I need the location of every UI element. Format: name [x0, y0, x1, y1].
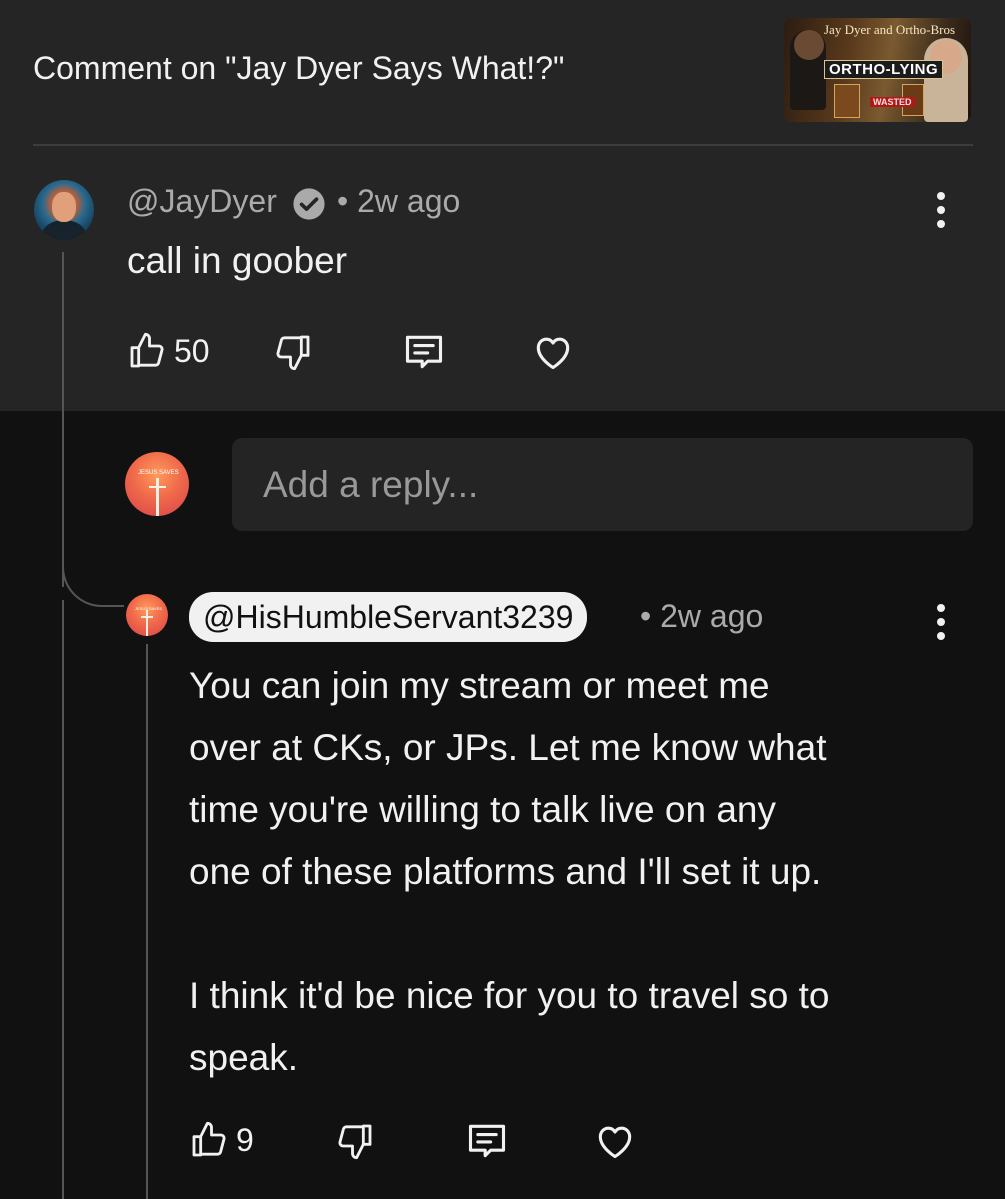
avatar[interactable] [34, 180, 94, 240]
thumbs-up-icon [192, 1121, 226, 1157]
reply-text: You can join my stream or meet me over a… [189, 665, 830, 1078]
dislike-button[interactable] [334, 1121, 376, 1161]
thumbnail-headline: ORTHO-LYING [824, 60, 944, 79]
like-count: 50 [174, 332, 210, 369]
avatar-caption: JESUS SAVES [135, 606, 163, 611]
reply-input[interactable] [232, 438, 973, 531]
comment-icon [468, 1124, 506, 1158]
thread-line [62, 252, 64, 587]
video-thumbnail[interactable]: Jay Dyer and Ortho-Bros ORTHO-LYING WAST… [784, 18, 971, 122]
page-title: Comment on "Jay Dyer Says What!?" [33, 50, 565, 86]
heart-icon [598, 1126, 632, 1159]
reply-timestamp: • 2w ago [640, 598, 764, 634]
reply-button[interactable] [401, 330, 447, 374]
comment-author[interactable]: @JayDyer [127, 183, 277, 220]
thread-line [62, 600, 64, 1199]
comment-icon [405, 335, 443, 369]
thread-connector [62, 555, 124, 607]
icon-painting [834, 84, 860, 118]
divider [33, 144, 973, 146]
avatar: JESUS SAVES [125, 452, 189, 516]
thumbs-up-icon [130, 332, 164, 368]
thumbs-down-icon [276, 335, 310, 371]
thumbnail-badge: WASTED [870, 97, 915, 107]
reply-author[interactable]: @HisHumbleServant3239 [189, 592, 588, 642]
dislike-button[interactable] [272, 332, 314, 372]
avatar[interactable]: JESUS SAVES [126, 594, 168, 636]
like-count: 9 [236, 1121, 254, 1158]
comment-timestamp: • 2w ago [337, 183, 461, 219]
more-options-icon[interactable] [931, 602, 951, 642]
heart-button[interactable] [530, 330, 576, 374]
thumbnail-caption: Jay Dyer and Ortho-Bros [824, 22, 956, 37]
comment-text: call in goober [127, 240, 348, 281]
like-button[interactable]: 50 [126, 331, 210, 371]
thumbs-down-icon [338, 1124, 372, 1160]
reply-input-container[interactable] [232, 438, 973, 531]
heart-button[interactable] [592, 1119, 638, 1163]
more-options-icon[interactable] [931, 190, 951, 230]
heart-icon [536, 337, 570, 370]
avatar-caption: JESUS SAVES [138, 470, 179, 476]
reply-thread-line [146, 644, 148, 1199]
like-button[interactable]: 9 [188, 1120, 254, 1160]
reply-button[interactable] [464, 1119, 510, 1163]
verified-check-icon [293, 188, 325, 220]
